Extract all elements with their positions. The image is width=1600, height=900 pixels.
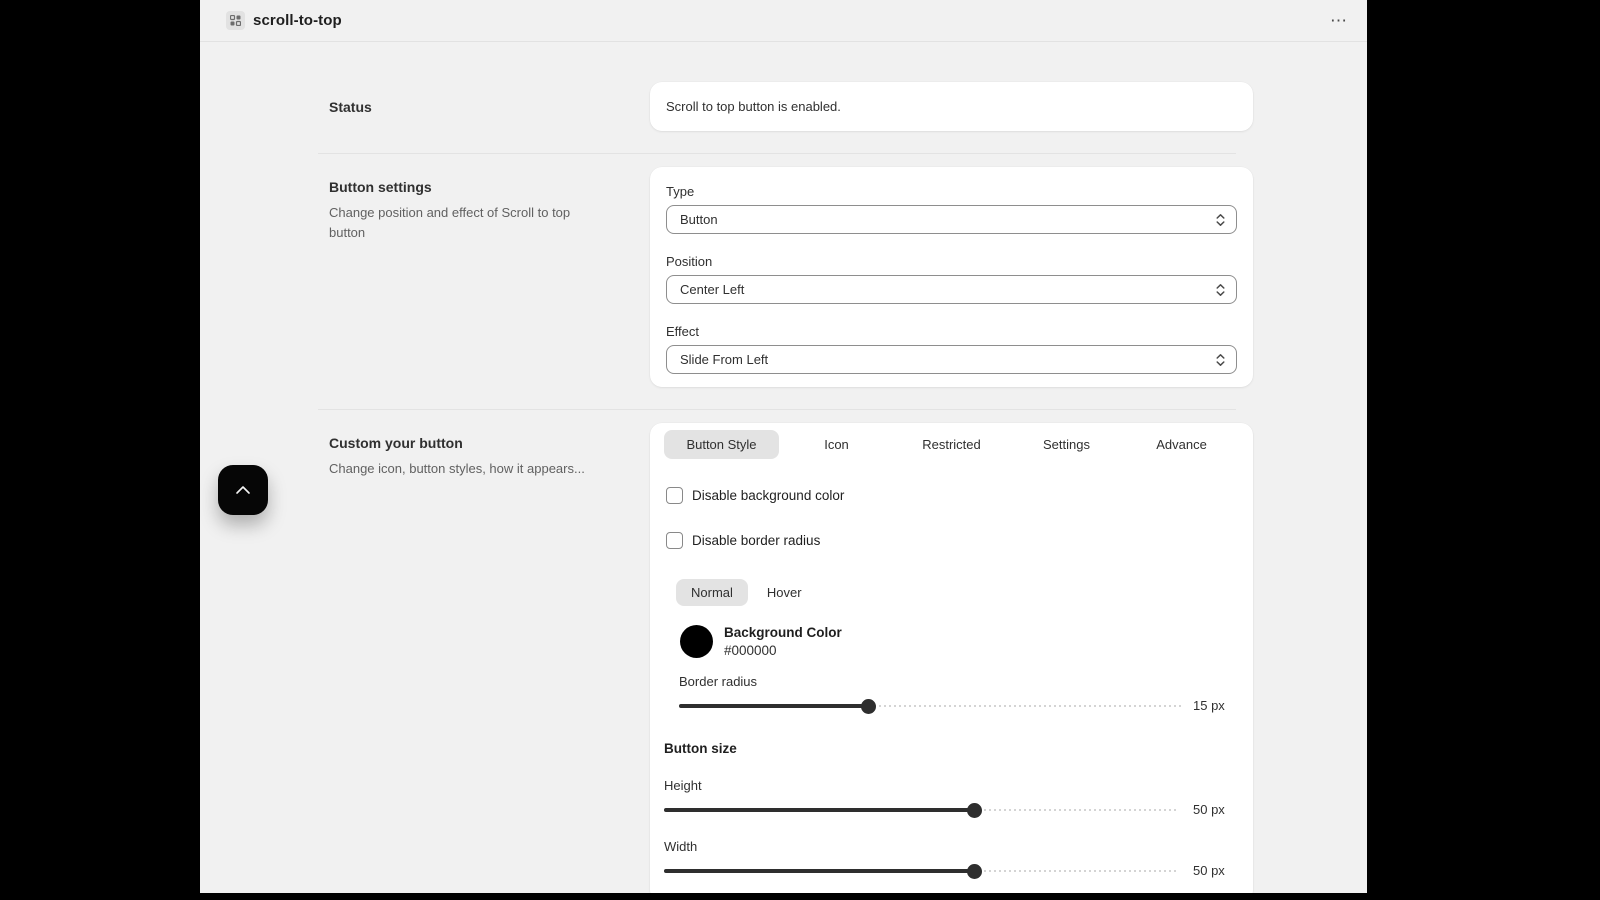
border-radius-block: Border radius 15 px (679, 674, 1239, 713)
effect-label: Effect (666, 324, 1237, 339)
settings-content: Status Scroll to top button is enabled. … (200, 82, 1367, 893)
select-caret-icon (1215, 212, 1226, 228)
status-text: Scroll to top button is enabled. (666, 99, 1237, 114)
section-divider (318, 153, 1236, 154)
tab-advance[interactable]: Advance (1124, 430, 1239, 459)
position-select[interactable]: Center Left (666, 275, 1237, 304)
button-settings-description: Change position and effect of Scroll to … (329, 203, 601, 242)
slider-track[interactable] (664, 863, 1177, 878)
custom-button-card: Button Style Icon Restricted Settings Ad… (650, 423, 1253, 893)
disable-background-color-row[interactable]: Disable background color (666, 487, 1239, 504)
height-value: 50 px (1193, 802, 1239, 817)
select-caret-icon (1215, 282, 1226, 298)
app-logo-icon (226, 11, 245, 30)
width-slider[interactable]: 50 px (664, 863, 1239, 878)
button-size-heading: Button size (664, 741, 1239, 756)
button-settings-section: Button settings Change position and effe… (329, 167, 1253, 387)
grid-dots-icon (230, 15, 241, 26)
slider-handle[interactable] (861, 699, 876, 714)
custom-button-info: Custom your button Change icon, button s… (329, 423, 650, 893)
background-color-row[interactable]: Background Color #000000 (680, 625, 1239, 658)
slider-fill (664, 808, 974, 812)
height-slider[interactable]: 50 px (664, 802, 1239, 817)
tab-icon[interactable]: Icon (779, 430, 894, 459)
disable-background-color-label[interactable]: Disable background color (692, 488, 844, 503)
button-state-tabs: Normal Hover (676, 579, 1239, 606)
button-settings-heading: Button settings (329, 179, 650, 195)
disable-background-color-checkbox[interactable] (666, 487, 683, 504)
height-label: Height (664, 778, 1239, 793)
state-tab-hover[interactable]: Hover (752, 579, 817, 606)
section-divider (318, 409, 1236, 410)
type-label: Type (666, 184, 1237, 199)
position-select-value: Center Left (680, 282, 744, 297)
width-value: 50 px (1193, 863, 1239, 878)
page-title: scroll-to-top (253, 12, 342, 29)
slider-fill (664, 869, 974, 873)
state-tab-normal[interactable]: Normal (676, 579, 748, 606)
scroll-to-top-preview-button[interactable] (218, 465, 268, 515)
custom-button-description: Change icon, button styles, how it appea… (329, 459, 601, 479)
slider-fill (679, 704, 868, 708)
slider-handle[interactable] (967, 864, 982, 879)
type-field: Type Button (666, 184, 1237, 234)
position-field: Position Center Left (666, 254, 1237, 304)
custom-button-section: Custom your button Change icon, button s… (329, 423, 1253, 893)
border-radius-slider[interactable]: 15 px (679, 698, 1239, 713)
slider-track[interactable] (664, 802, 1177, 817)
disable-border-radius-label[interactable]: Disable border radius (692, 533, 820, 548)
button-settings-card: Type Button Position Center Left (650, 167, 1253, 387)
custom-button-heading: Custom your button (329, 435, 650, 451)
type-select[interactable]: Button (666, 205, 1237, 234)
status-section-info: Status (329, 99, 650, 115)
letterbox: scroll-to-top ⋯ Status Scroll to top but… (0, 0, 1600, 900)
color-swatch[interactable] (680, 625, 713, 658)
chevron-up-icon (235, 485, 251, 495)
background-color-hex: #000000 (724, 643, 842, 658)
tab-settings[interactable]: Settings (1009, 430, 1124, 459)
customization-tabs: Button Style Icon Restricted Settings Ad… (664, 430, 1239, 459)
status-card: Scroll to top button is enabled. (650, 82, 1253, 131)
background-color-label: Background Color (724, 625, 842, 640)
border-radius-value: 15 px (1193, 698, 1239, 713)
status-section: Status Scroll to top button is enabled. (329, 82, 1253, 131)
status-heading: Status (329, 99, 650, 115)
border-radius-label: Border radius (679, 674, 1239, 689)
effect-field: Effect Slide From Left (666, 324, 1237, 374)
position-label: Position (666, 254, 1237, 269)
select-caret-icon (1215, 352, 1226, 368)
app-window: scroll-to-top ⋯ Status Scroll to top but… (200, 0, 1367, 893)
slider-track[interactable] (679, 698, 1184, 713)
slider-handle[interactable] (967, 803, 982, 818)
effect-select-value: Slide From Left (680, 352, 768, 367)
type-select-value: Button (680, 212, 718, 227)
tab-button-style[interactable]: Button Style (664, 430, 779, 459)
disable-border-radius-checkbox[interactable] (666, 532, 683, 549)
more-actions-button[interactable]: ⋯ (1326, 10, 1351, 31)
ellipsis-icon: ⋯ (1330, 11, 1347, 30)
app-header: scroll-to-top ⋯ (200, 0, 1367, 42)
effect-select[interactable]: Slide From Left (666, 345, 1237, 374)
tab-restricted[interactable]: Restricted (894, 430, 1009, 459)
button-settings-info: Button settings Change position and effe… (329, 167, 650, 387)
color-meta: Background Color #000000 (724, 625, 842, 658)
disable-border-radius-row[interactable]: Disable border radius (666, 532, 1239, 549)
width-label: Width (664, 839, 1239, 854)
